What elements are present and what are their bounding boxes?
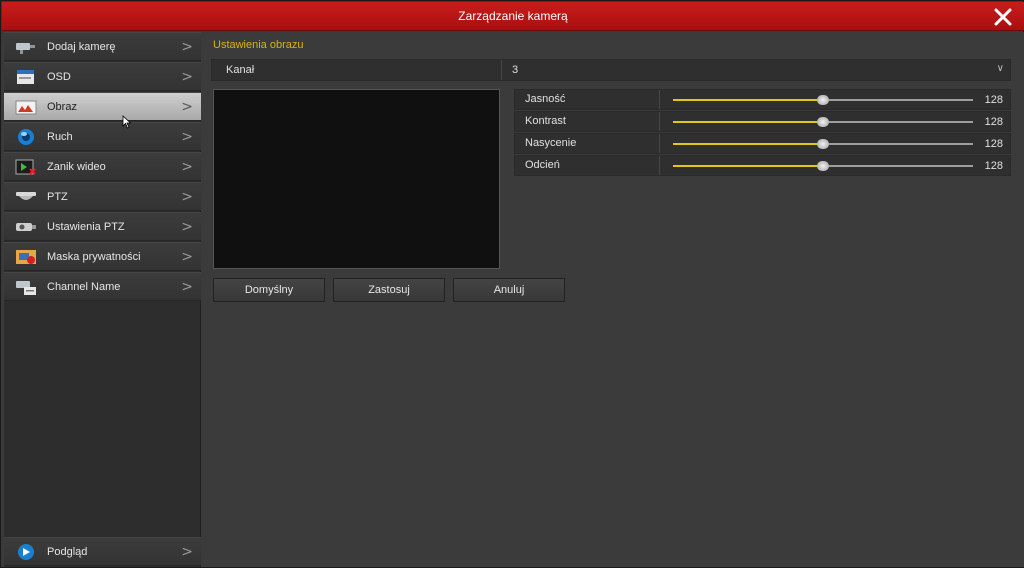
slider-handle[interactable] xyxy=(817,95,829,105)
sidebar-item-label: PTZ xyxy=(47,191,68,203)
image-icon xyxy=(15,100,37,115)
slider-row-odcien: Odcień 128 xyxy=(514,155,1011,176)
cancel-button[interactable]: Anuluj xyxy=(453,278,565,302)
sidebar-item-label: Podgląd xyxy=(47,546,88,558)
sidebar-item-ruch[interactable]: Ruch > xyxy=(4,122,201,151)
sidebar: Dodaj kamerę > OSD > Obraz > Ruch > Zani… xyxy=(4,32,201,567)
slider-value: 128 xyxy=(984,116,1003,128)
slider-fill xyxy=(673,99,823,101)
divider xyxy=(659,156,660,175)
chevron-right-icon: > xyxy=(181,544,193,560)
divider xyxy=(501,60,502,80)
window-title: Zarządzanie kamerą xyxy=(458,9,568,23)
slider-label: Kontrast xyxy=(525,115,566,127)
privacy-mask-icon xyxy=(16,250,36,264)
sidebar-item-label: OSD xyxy=(47,71,71,83)
sidebar-item-ustawienia-ptz[interactable]: Ustawienia PTZ > xyxy=(4,212,201,241)
divider xyxy=(659,112,660,131)
mouse-cursor-icon xyxy=(122,115,132,129)
chevron-right-icon: > xyxy=(181,219,193,235)
slider-fill xyxy=(673,143,823,145)
sidebar-item-label: Ustawienia PTZ xyxy=(47,221,125,233)
contrast-slider[interactable] xyxy=(673,117,973,127)
slider-fill xyxy=(673,165,823,167)
slider-value: 128 xyxy=(984,94,1003,106)
sidebar-item-label: Channel Name xyxy=(47,281,121,293)
sidebar-item-podglad[interactable]: Podgląd > xyxy=(4,537,201,566)
title-bar: Zarządzanie kamerą xyxy=(2,2,1024,31)
sidebar-item-label: Obraz xyxy=(47,101,77,113)
apply-button[interactable]: Zastosuj xyxy=(333,278,445,302)
camera-management-window: Zarządzanie kamerą Dodaj kamerę > OSD > xyxy=(0,0,1024,568)
divider xyxy=(659,134,660,153)
slider-label: Nasycenie xyxy=(525,137,577,149)
sidebar-item-ptz[interactable]: PTZ > xyxy=(4,182,201,211)
channel-value: 3 xyxy=(512,64,519,76)
image-sliders: Jasność 128 Kontrast 128 Nasycenie 128 O… xyxy=(514,89,1011,177)
sidebar-item-obraz[interactable]: Obraz > xyxy=(4,92,201,121)
ptz-settings-icon xyxy=(16,223,36,231)
chevron-right-icon: > xyxy=(181,39,193,55)
hue-slider[interactable] xyxy=(673,161,973,171)
video-preview xyxy=(213,89,500,269)
slider-fill xyxy=(673,121,823,123)
sidebar-item-zanik-wideo[interactable]: Zanik wideo > xyxy=(4,152,201,181)
chevron-right-icon: > xyxy=(181,99,193,115)
sidebar-item-label: Maska prywatności xyxy=(47,251,141,263)
chevron-right-icon: > xyxy=(181,159,193,175)
slider-value: 128 xyxy=(984,160,1003,172)
slider-label: Jasność xyxy=(525,93,566,105)
brightness-slider[interactable] xyxy=(673,95,973,105)
saturation-slider[interactable] xyxy=(673,139,973,149)
chevron-right-icon: > xyxy=(181,129,193,145)
channel-select[interactable]: Kanał 3 ∨ xyxy=(211,59,1011,81)
chevron-right-icon: > xyxy=(181,69,193,85)
slider-row-nasycenie: Nasycenie 128 xyxy=(514,133,1011,154)
close-icon[interactable] xyxy=(992,6,1014,28)
camera-add-icon xyxy=(16,43,35,54)
osd-icon xyxy=(17,70,34,84)
chevron-down-icon: ∨ xyxy=(996,63,1004,74)
slider-handle[interactable] xyxy=(817,161,829,171)
sidebar-item-label: Zanik wideo xyxy=(47,161,106,173)
sidebar-item-osd[interactable]: OSD > xyxy=(4,62,201,91)
section-title: Ustawienia obrazu xyxy=(213,39,304,51)
chevron-right-icon: > xyxy=(181,279,193,295)
channel-name-icon xyxy=(16,281,36,295)
main-panel: Ustawienia obrazu Kanał 3 ∨ Jasność 128 … xyxy=(202,32,1024,567)
ptz-icon xyxy=(16,192,36,200)
motion-icon xyxy=(18,129,34,145)
slider-row-jasnosc: Jasność 128 xyxy=(514,89,1011,110)
sidebar-item-label: Dodaj kamerę xyxy=(47,41,116,53)
sidebar-item-label: Ruch xyxy=(47,131,73,143)
sidebar-item-channel-name[interactable]: Channel Name > xyxy=(4,272,201,301)
chevron-right-icon: > xyxy=(181,189,193,205)
sidebar-item-dodaj-kamere[interactable]: Dodaj kamerę > xyxy=(4,32,201,61)
video-loss-icon xyxy=(15,159,36,175)
sidebar-item-maska-prywatnosci[interactable]: Maska prywatności > xyxy=(4,242,201,271)
slider-value: 128 xyxy=(984,138,1003,150)
slider-handle[interactable] xyxy=(817,117,829,127)
slider-handle[interactable] xyxy=(817,139,829,149)
preview-icon xyxy=(18,544,34,560)
chevron-right-icon: > xyxy=(181,249,193,265)
slider-row-kontrast: Kontrast 128 xyxy=(514,111,1011,132)
slider-label: Odcień xyxy=(525,159,560,171)
default-button[interactable]: Domyślny xyxy=(213,278,325,302)
channel-label: Kanał xyxy=(226,64,255,76)
divider xyxy=(659,90,660,109)
